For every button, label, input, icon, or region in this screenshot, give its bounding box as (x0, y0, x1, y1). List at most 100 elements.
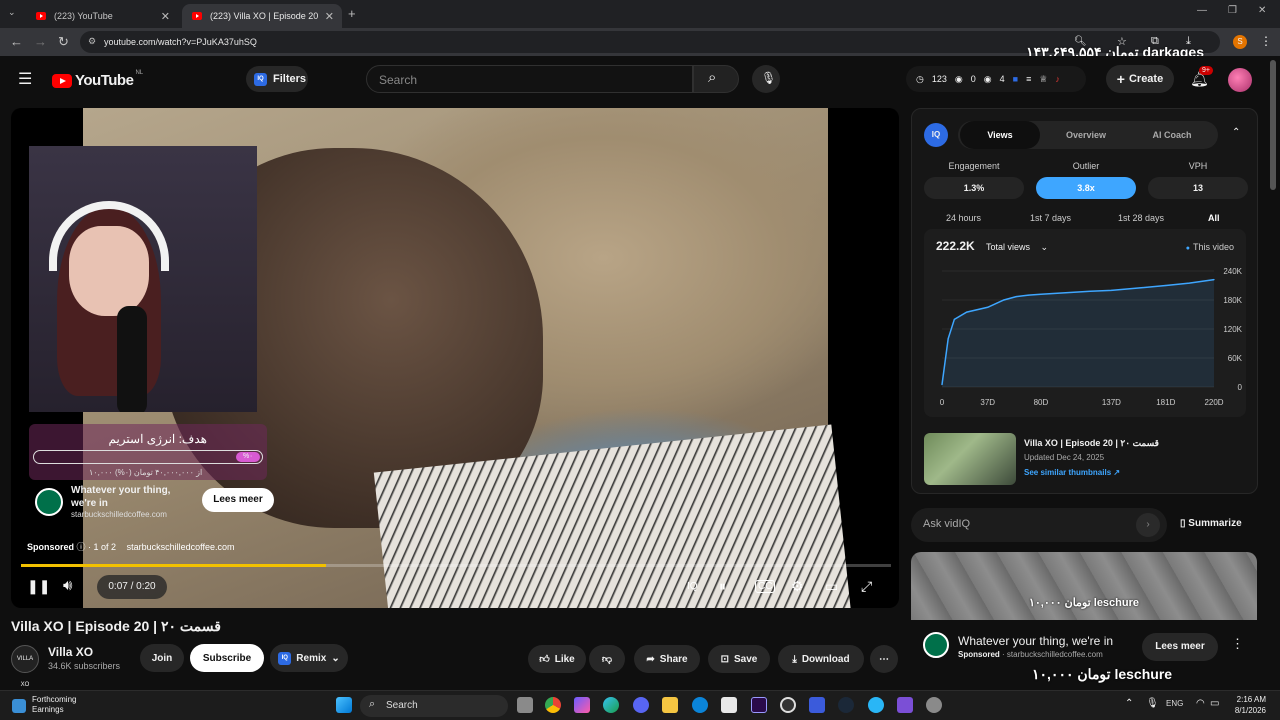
remix-button[interactable]: IQ Remix ⌄ (270, 644, 348, 672)
metric-value-outlier[interactable]: 3.8x (1036, 177, 1136, 199)
collapse-chevron-icon[interactable]: ⌃ (1232, 127, 1240, 138)
steam-icon[interactable] (838, 697, 854, 713)
summarize-button[interactable]: ▯ Summarize (1180, 518, 1242, 529)
reload-icon[interactable]: ↻ (58, 34, 69, 50)
hamburger-menu-icon[interactable]: ☰ (18, 69, 32, 89)
account-avatar[interactable] (1228, 68, 1252, 92)
create-button[interactable]: + Create (1106, 65, 1174, 93)
video-player[interactable]: هدف: انرژی استریم %۰ ۱۰,۰۰۰ از ۴۰,۰۰۰,۰۰… (11, 108, 899, 608)
captions-icon[interactable]: CC (755, 580, 776, 593)
more-actions-button[interactable]: ⋯ (870, 645, 898, 673)
info-icon[interactable]: ⓘ · (77, 542, 94, 552)
similar-thumbnails-link[interactable]: See similar thumbnails ↗ (1024, 468, 1120, 477)
tab-list-icon[interactable]: ⌄ (8, 7, 16, 18)
chart-app-icon[interactable] (809, 697, 825, 713)
range-all[interactable]: All (1208, 213, 1220, 223)
page-scrollbar[interactable] (1270, 60, 1276, 190)
video-thumbnail[interactable] (924, 433, 1016, 485)
youtube-logo[interactable]: YouTube NL (52, 70, 143, 89)
battery-icon[interactable]: ▭ (1210, 698, 1219, 709)
channel-name[interactable]: Villa XO (48, 645, 93, 659)
fullscreen-icon[interactable]: ⤢ (861, 578, 872, 595)
windows-start-icon[interactable] (336, 697, 352, 713)
sidebar-lees-meer-button[interactable]: Lees meer (1142, 633, 1218, 661)
tab-youtube-home[interactable]: (223) YouTube ✕ (26, 4, 178, 28)
edge-icon[interactable] (603, 697, 619, 713)
microphone-tray-icon[interactable]: 🎙︎ (1146, 698, 1159, 709)
theater-mode-icon[interactable]: ▭ (825, 578, 838, 595)
download-button[interactable]: ⤓ Download (778, 645, 864, 673)
premiere-icon[interactable] (751, 697, 767, 713)
stat-other: 4 (999, 74, 1005, 84)
lees-meer-button[interactable]: Lees meer (202, 488, 274, 512)
visual-studio-icon[interactable] (897, 697, 913, 713)
tab-overview[interactable]: Overview (1046, 121, 1126, 149)
vidiq-stats-bar[interactable]: ◷ 123 ◉ 0 ◉ 4 ■ ≡ ♕ ♪ (906, 66, 1086, 92)
ad-domain-link[interactable]: starbuckschilledcoffee.com (127, 542, 235, 552)
tab-views[interactable]: Views (960, 121, 1040, 149)
pause-overlay-icon[interactable]: ⏸︎ (719, 578, 726, 595)
file-explorer-icon[interactable] (662, 697, 678, 713)
sidebar-ad-banner[interactable]: ۱۰,۰۰۰ تومان leschure (911, 552, 1257, 620)
range-28-days[interactable]: 1st 28 days (1118, 213, 1164, 223)
chevron-right-icon[interactable]: › (1136, 513, 1160, 537)
taskbar-search[interactable]: ⌕ Search (360, 695, 508, 717)
wifi-icon[interactable]: ◠ (1196, 698, 1205, 709)
join-button[interactable]: Join (140, 644, 184, 672)
vidiq-icon: IQ (278, 651, 292, 665)
subscribe-button[interactable]: Subscribe (190, 644, 264, 672)
forward-icon[interactable]: → (34, 34, 47, 49)
share-button[interactable]: ➦ Share (634, 645, 700, 673)
minimize-icon[interactable]: — (1197, 5, 1207, 16)
copilot-icon[interactable] (574, 697, 590, 713)
vidiq-player-icon[interactable]: IQ (687, 581, 698, 592)
more-vert-icon[interactable]: ⋮ (1231, 636, 1244, 652)
tab-ai-coach[interactable]: AI Coach (1132, 121, 1212, 149)
ask-vidiq-input[interactable]: Ask vidIQ (911, 508, 1167, 542)
back-icon[interactable]: ← (10, 34, 23, 49)
save-button[interactable]: ⊡ Save (708, 645, 770, 673)
tray-chevron-icon[interactable]: ⌃ (1125, 698, 1133, 709)
language-indicator[interactable]: ENG (1166, 699, 1183, 708)
dislike-button[interactable]: 👎︎ (589, 645, 625, 673)
voice-search-button[interactable]: 🎙︎ (752, 65, 780, 93)
discord-icon[interactable] (633, 697, 649, 713)
site-info-icon[interactable]: ⚙ (88, 36, 96, 47)
range-7-days[interactable]: 1st 7 days (1030, 213, 1071, 223)
obs-icon[interactable] (780, 697, 796, 713)
settings-gear-icon[interactable]: ⚙ (791, 578, 804, 595)
maximize-icon[interactable]: ❐ (1228, 5, 1237, 16)
browser-menu-icon[interactable]: ⋮ (1260, 34, 1272, 48)
metric-value-engagement[interactable]: 1.3% (924, 177, 1024, 199)
channel-avatar[interactable]: VILLA XO (11, 645, 39, 688)
tab-title: (223) YouTube (54, 11, 113, 21)
close-tab-icon[interactable]: ✕ (161, 10, 170, 23)
close-window-icon[interactable]: ✕ (1258, 5, 1266, 16)
search-button[interactable]: ⌕ (693, 65, 739, 93)
chrome-icon[interactable] (545, 697, 561, 713)
tab-villa-xo[interactable]: (223) Villa XO | Episode 20 ✕ (182, 4, 342, 28)
progress-bar[interactable] (21, 564, 891, 567)
system-clock[interactable]: 2:16 AM 8/1/2026 (1226, 694, 1266, 716)
pause-button[interactable]: ❚❚ (27, 578, 50, 595)
create-label: Create (1128, 73, 1164, 85)
clock-icon: ◷ (916, 73, 924, 84)
vidiq-filters-button[interactable]: IQ Filters (246, 66, 308, 92)
settings-icon[interactable] (926, 697, 942, 713)
search-input[interactable]: Search (366, 65, 693, 93)
edge-browser-icon[interactable] (692, 697, 708, 713)
metric-value-vph[interactable]: 13 (1148, 177, 1248, 199)
store-icon[interactable] (721, 697, 737, 713)
y-tick-label: 240K (1223, 267, 1242, 276)
new-tab-button[interactable]: + (348, 6, 356, 21)
range-24-hours[interactable]: 24 hours (946, 213, 981, 223)
app-icon[interactable] (868, 697, 884, 713)
windows-taskbar: Forthcoming Earnings ⌕ Search ⌃ 🎙︎ ENG ◠… (0, 690, 1280, 720)
related-video[interactable]: Villa XO | Episode 20 | قسمت ۲۰ Updated … (924, 433, 1246, 485)
close-tab-icon[interactable]: ✕ (325, 10, 334, 23)
volume-icon[interactable]: 🔊︎ (63, 577, 72, 594)
profile-avatar[interactable]: S (1233, 35, 1247, 49)
task-view-icon[interactable] (517, 697, 533, 713)
weather-widget[interactable]: Forthcoming Earnings (32, 695, 76, 715)
like-button[interactable]: 👍︎ Like (528, 645, 586, 673)
